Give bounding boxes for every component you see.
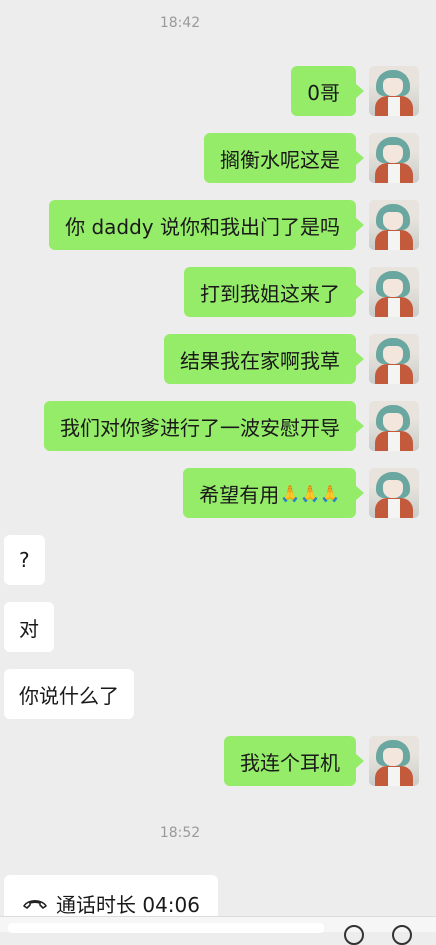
message-text: 你 daddy 说你和我出门了是吗 [65, 214, 340, 239]
timestamp: 18:42 [159, 15, 201, 31]
timestamp: 18:52 [159, 825, 201, 841]
message-bubble-sent[interactable]: 你 daddy 说你和我出门了是吗 [49, 200, 364, 250]
call-duration-label: 通话时长 04:06 [56, 892, 200, 917]
message-text: 结果我在家啊我草 [180, 348, 340, 373]
message-text: 你说什么了 [19, 683, 119, 708]
avatar[interactable] [369, 133, 419, 183]
message-bubble-received[interactable]: 你说什么了 [4, 669, 134, 719]
avatar[interactable] [369, 468, 419, 518]
message-bubble-sent[interactable]: 我连个耳机 [224, 736, 364, 786]
pray-emoji-icon: 🙏🙏🙏 [280, 483, 340, 503]
message-text: 我们对你爹进行了一波安慰开导 [60, 415, 340, 440]
avatar[interactable] [369, 200, 419, 250]
avatar[interactable] [369, 66, 419, 116]
message-text: 对 [19, 616, 39, 641]
emoji-button-icon[interactable] [344, 925, 364, 945]
message-bubble-sent[interactable]: 打到我姐这来了 [184, 267, 364, 317]
message-text: 希望有用 [199, 482, 280, 507]
message-bubble-sent[interactable]: 结果我在家啊我草 [164, 334, 364, 384]
avatar[interactable] [369, 736, 419, 786]
message-text: 我连个耳机 [240, 750, 340, 775]
message-bubble-sent[interactable]: 希望有用 🙏🙏🙏 [183, 468, 364, 518]
message-input[interactable] [8, 923, 324, 933]
message-text: ? [19, 548, 30, 572]
message-bubble-sent[interactable]: 搁衡水呢这是 [204, 133, 364, 183]
avatar[interactable] [369, 401, 419, 451]
message-bubble-sent[interactable]: 我们对你爹进行了一波安慰开导 [44, 401, 364, 451]
message-text: 搁衡水呢这是 [220, 147, 340, 172]
phone-hangup-icon [23, 899, 47, 909]
message-bubble-sent[interactable]: 0哥 [291, 66, 364, 116]
plus-button-icon[interactable] [392, 925, 412, 945]
message-bubble-received[interactable]: ? [4, 535, 45, 585]
message-bubble-received[interactable]: 对 [4, 602, 54, 652]
avatar[interactable] [369, 334, 419, 384]
avatar[interactable] [369, 267, 419, 317]
message-text: 打到我姐这来了 [200, 281, 340, 306]
message-text: 0哥 [307, 80, 340, 105]
